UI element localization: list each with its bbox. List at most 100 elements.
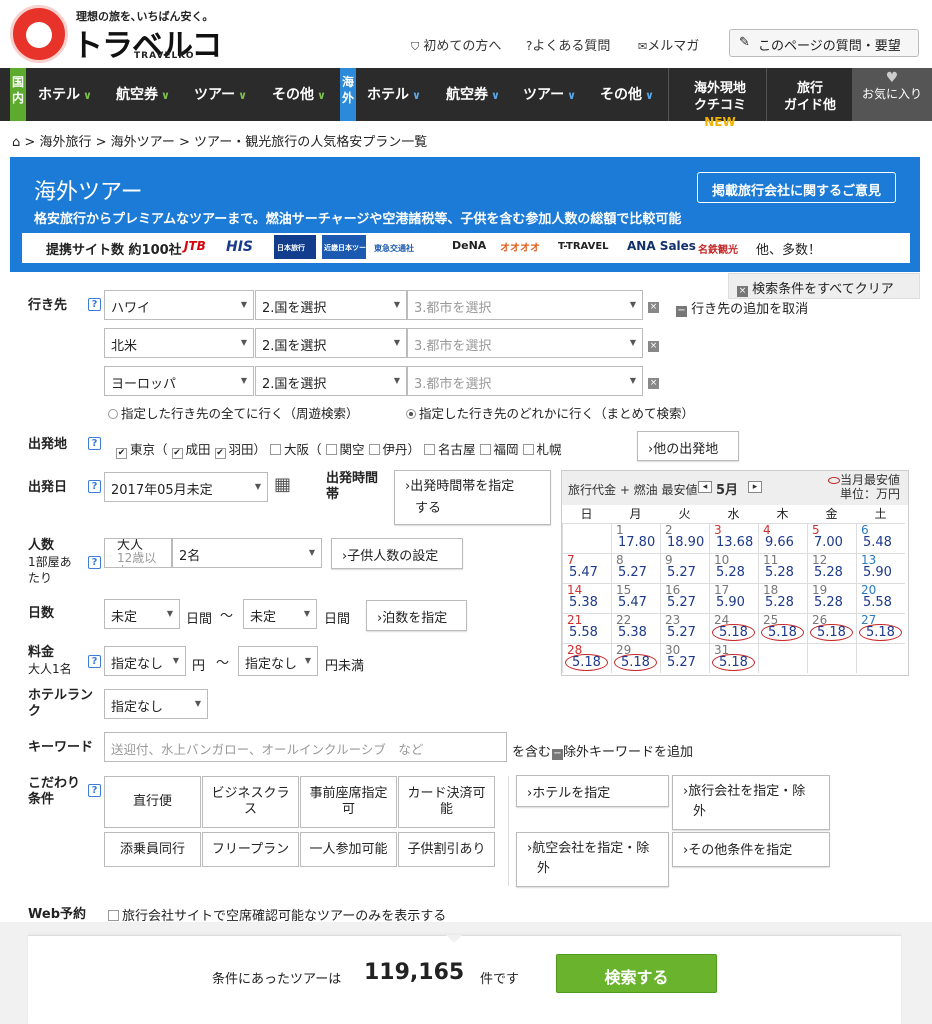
calendar-day-cell[interactable]: 20 5.58 [856,583,905,613]
calendar-day-price[interactable]: 5.58 [569,625,598,640]
hotel-specify-button[interactable]: ›ホテルを指定 [516,775,669,807]
search-button[interactable]: 検索する [556,954,717,993]
calendar-day-price[interactable]: 18.90 [667,535,704,550]
calendar-day-price[interactable]: 5.90 [716,595,745,610]
remove-destination-icon[interactable]: × [648,302,659,313]
hotel-rank-select[interactable]: 指定なし ▼ [104,689,208,719]
checkbox-tokyo[interactable]: ✔ 東京（ [116,442,168,459]
checkbox-narita[interactable]: ✔ 成田 [171,442,211,459]
checkbox-osaka[interactable]: 大阪（ [270,442,322,457]
preference-option[interactable]: フリープラン [202,832,299,867]
calendar-day-cell[interactable]: 27 5.18 [856,613,905,643]
checkbox-itami[interactable]: 伊丹） [368,442,420,457]
nav-domestic-flight[interactable]: 航空券 ∨ [116,84,170,104]
remove-destination-icon[interactable]: × [648,341,659,352]
calendar-day-price[interactable]: 5.18 [712,624,755,641]
checkbox-kansai[interactable]: 関空 [325,442,365,457]
nav-domestic-tour[interactable]: ツアー ∨ [194,84,247,104]
destination-city-3[interactable]: 3.都市を選択 ▼ [407,366,643,396]
calendar-day-cell[interactable]: 21 5.58 [562,613,611,643]
agency-opinion-button[interactable]: 掲載旅行会社に関するご意見 [697,172,896,203]
calendar-day-cell[interactable]: 23 5.27 [660,613,709,643]
calendar-day-cell[interactable]: 14 5.38 [562,583,611,613]
calendar-day-cell[interactable]: 30 5.27 [660,643,709,673]
preference-option[interactable]: ビジネスクラス [202,776,299,828]
help-icon[interactable]: ? [88,655,101,668]
calendar-day-price[interactable]: 5.27 [667,595,696,610]
destination-country-3[interactable]: 2.国を選択 ▼ [255,366,407,396]
calendar-day-cell[interactable]: 24 5.18 [709,613,758,643]
calendar-day-price[interactable]: 7.00 [814,535,843,550]
destination-city-2[interactable]: 3.都市を選択 ▼ [407,328,643,358]
destination-region-2[interactable]: 北米 ▼ [104,328,254,358]
keyword-input[interactable]: 送迎付、水上バンガロー、オールインクルーシブ など [104,732,507,762]
destination-region-1[interactable]: ハワイ ▼ [104,290,254,320]
departure-time-button[interactable]: ›出発時間帯を指定 する [394,470,551,525]
calendar-day-price[interactable]: 5.18 [761,624,804,641]
page-feedback-button[interactable]: ✎ このページの質問・要望 [729,29,919,57]
help-icon[interactable]: ? [88,298,101,311]
nav-overseas-hotel[interactable]: ホテル ∨ [367,84,421,104]
calendar-day-cell[interactable]: 1 17.80 [611,523,660,553]
calendar-day-cell[interactable]: 6 5.48 [856,523,905,553]
other-conditions-button[interactable]: ›その他条件を指定 [672,832,830,867]
calendar-day-cell[interactable]: 22 5.38 [611,613,660,643]
calendar-day-price[interactable]: 5.48 [863,535,892,550]
calendar-day-price[interactable]: 5.28 [814,565,843,580]
calendar-day-price[interactable]: 5.28 [765,565,794,580]
newsletter-link[interactable]: ✉メルマガ [638,35,699,54]
calendar-day-cell[interactable]: 13 5.90 [856,553,905,583]
other-departure-button[interactable]: ›他の出発地 [637,431,739,461]
breadcrumb-overseas-travel[interactable]: 海外旅行 [39,135,91,150]
calendar-day-cell[interactable]: 4 9.66 [758,523,807,553]
calendar-day-price[interactable]: 5.27 [618,565,647,580]
airline-specify-button[interactable]: ›航空会社を指定・除外 [516,832,669,887]
calendar-day-price[interactable]: 13.68 [716,535,753,550]
checkbox-sapporo[interactable]: 札幌 [522,442,562,457]
agency-specify-button[interactable]: ›旅行会社を指定・除外 [672,775,830,830]
price-to-select[interactable]: 指定なし ▼ [238,646,318,676]
preference-option[interactable]: 子供割引あり [398,832,495,867]
calendar-day-cell[interactable]: 17 5.90 [709,583,758,613]
nav-domestic-other[interactable]: その他 ∨ [272,84,326,104]
faq-link[interactable]: ?よくある質問 [526,35,610,54]
calendar-day-price[interactable]: 5.18 [810,624,853,641]
prev-month-icon[interactable]: ◂ [698,481,712,493]
nav-overseas-other[interactable]: その他 ∨ [600,84,654,104]
calendar-day-cell[interactable]: 26 5.18 [807,613,856,643]
clear-all-conditions-button[interactable]: × 検索条件をすべてクリア [728,273,920,299]
destination-country-1[interactable]: 2.国を選択 ▼ [255,290,407,320]
nav-overseas-tour[interactable]: ツアー ∨ [523,84,576,104]
next-month-icon[interactable]: ▸ [748,481,762,493]
nav-domestic-hotel[interactable]: ホテル ∨ [38,84,92,104]
help-icon[interactable]: ? [88,784,101,797]
beginners-link[interactable]: ⛉ 初めての方へ [411,35,501,54]
calendar-day-price[interactable]: 5.18 [859,624,902,641]
preference-option[interactable]: 添乗員同行 [104,832,201,867]
remove-destination-icon[interactable]: × [648,378,659,389]
calendar-day-price[interactable]: 5.90 [863,565,892,580]
calendar-day-price[interactable]: 5.47 [618,595,647,610]
calendar-day-cell[interactable]: 5 7.00 [807,523,856,553]
calendar-day-price[interactable]: 5.38 [618,625,647,640]
calendar-day-cell[interactable]: 8 5.27 [611,553,660,583]
cancel-add-destination[interactable]: − 行き先の追加を取消 [676,298,808,317]
calendar-day-cell[interactable]: 29 5.18 [611,643,660,673]
calendar-day-price[interactable]: 5.38 [569,595,598,610]
calendar-day-price[interactable]: 17.80 [618,535,655,550]
checkbox-haneda[interactable]: ✔ 羽田） [214,442,266,459]
preference-option[interactable]: 直行便 [104,776,201,828]
calendar-day-price[interactable]: 5.18 [565,654,608,671]
logo-mascot[interactable] [10,5,68,63]
calendar-day-cell[interactable]: 12 5.28 [807,553,856,583]
radio-visit-all[interactable]: 指定した行き先の全てに行く（周遊検索） [108,403,359,422]
preference-option[interactable]: 一人参加可能 [300,832,397,867]
calendar-icon[interactable]: ▦ [274,474,291,495]
nav-overseas-reviews[interactable]: 海外現地 クチコミ NEW [680,80,760,131]
price-from-select[interactable]: 指定なし ▼ [104,646,186,676]
calendar-day-cell[interactable]: 3 13.68 [709,523,758,553]
calendar-day-price[interactable]: 5.47 [569,565,598,580]
calendar-day-price[interactable]: 5.27 [667,625,696,640]
calendar-day-cell[interactable]: 25 5.18 [758,613,807,643]
preference-option[interactable]: カード決済可能 [398,776,495,828]
